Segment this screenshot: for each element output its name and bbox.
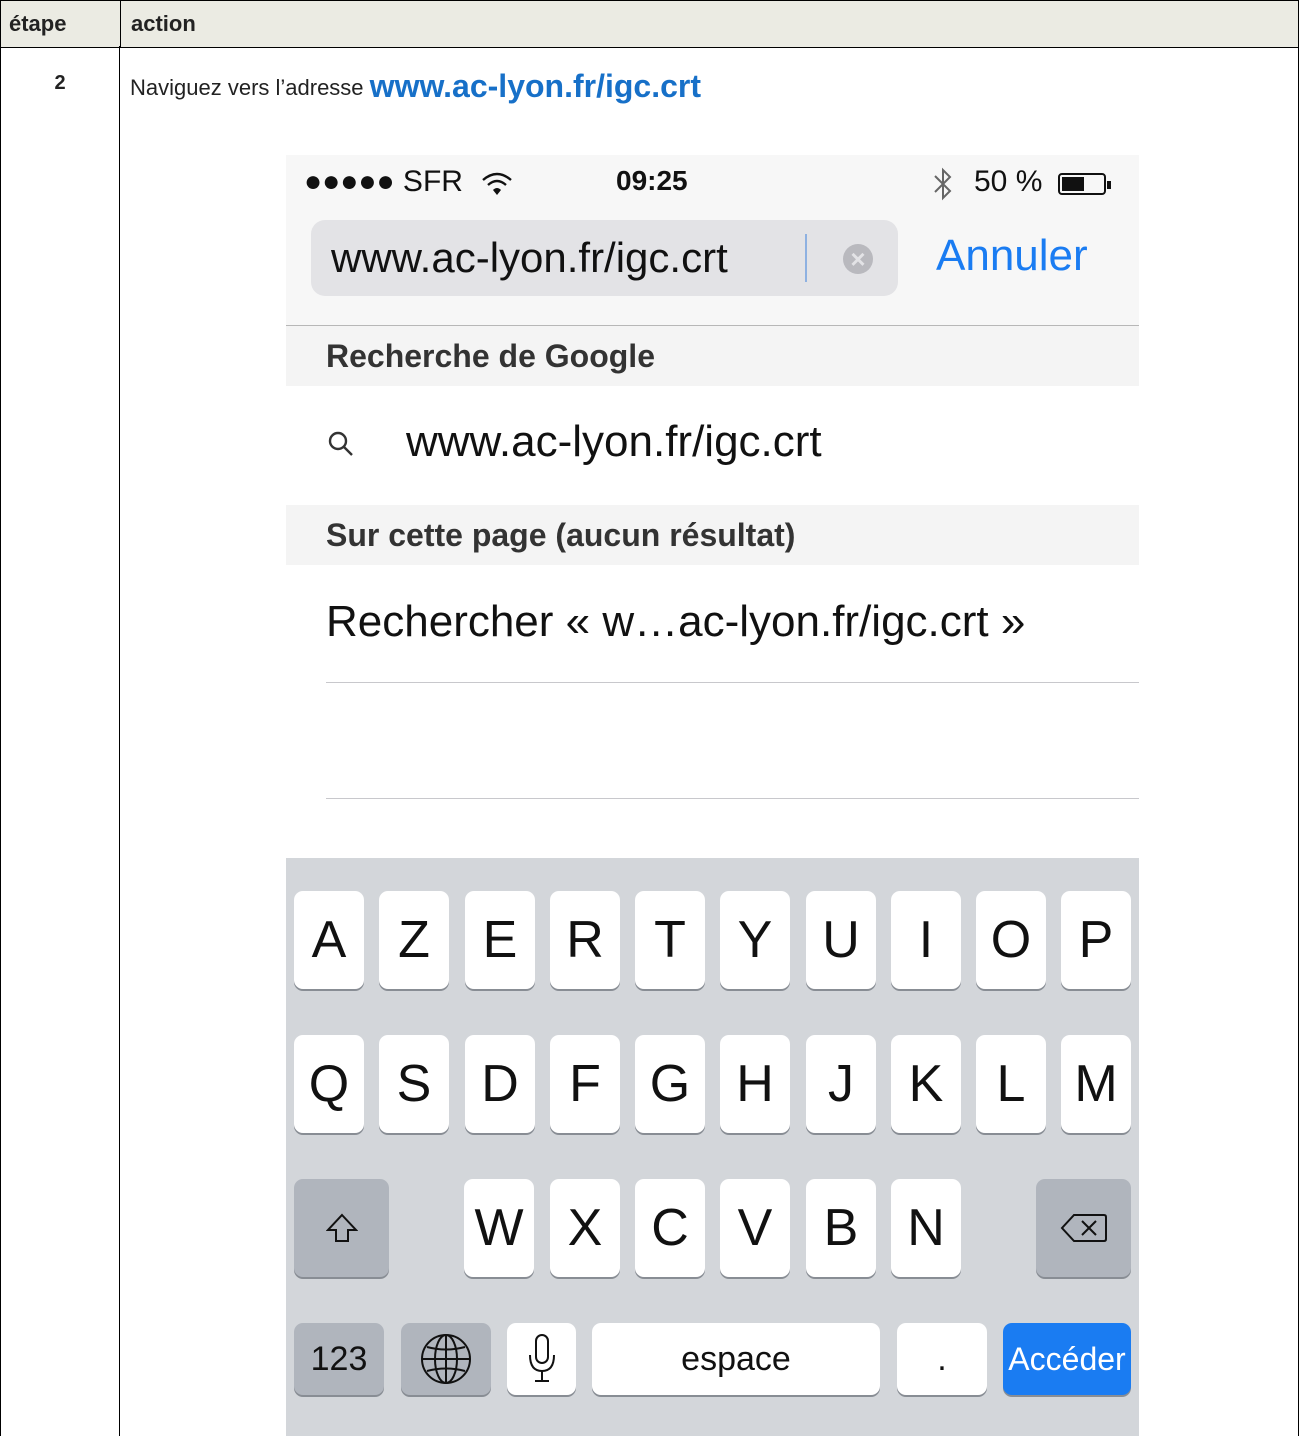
key[interactable]: P xyxy=(1061,891,1131,989)
key[interactable]: Y xyxy=(720,891,790,989)
separator xyxy=(326,682,1139,683)
header-action: action xyxy=(131,11,196,36)
shift-key[interactable] xyxy=(294,1179,389,1277)
address-value[interactable]: www.ac-lyon.fr/igc.crt xyxy=(331,234,728,282)
period-key[interactable]: . xyxy=(897,1323,987,1395)
find-in-page[interactable]: Rechercher « w…ac-lyon.fr/igc.crt » xyxy=(326,597,1025,647)
key[interactable]: M xyxy=(1061,1035,1131,1133)
status-bar: ●●●●● SFR 09:25 50 % xyxy=(286,155,1139,215)
key[interactable]: V xyxy=(720,1179,790,1277)
wifi-icon xyxy=(482,172,512,195)
key[interactable]: R xyxy=(550,891,620,989)
carrier-signal: ●●●●● SFR xyxy=(304,165,463,198)
page-section-header: Sur cette page (aucun résultat) xyxy=(286,505,1139,565)
address-field[interactable]: www.ac-lyon.fr/igc.crt × xyxy=(311,220,898,296)
table-column-divider xyxy=(119,46,120,1436)
keyboard: A Z E R T Y U I O P Q S D F G H J K L M … xyxy=(286,858,1139,1436)
key[interactable]: I xyxy=(891,891,961,989)
address-bar: www.ac-lyon.fr/igc.crt × Annuler xyxy=(286,215,1139,326)
instruction-label: Naviguez vers l’adresse xyxy=(130,75,364,100)
key[interactable]: W xyxy=(464,1179,534,1277)
key[interactable]: D xyxy=(465,1035,535,1133)
key[interactable]: B xyxy=(806,1179,876,1277)
header-divider xyxy=(120,1,121,47)
key[interactable]: F xyxy=(550,1035,620,1133)
space-key[interactable]: espace xyxy=(592,1323,880,1395)
go-button[interactable]: Accéder xyxy=(1003,1323,1131,1395)
delete-key[interactable] xyxy=(1036,1179,1131,1277)
key[interactable]: J xyxy=(806,1035,876,1133)
key[interactable]: L xyxy=(976,1035,1046,1133)
step-number: 2 xyxy=(54,72,66,94)
page-section-title: Sur cette page (aucun résultat) xyxy=(326,517,796,553)
google-section-title: Recherche de Google xyxy=(326,338,655,374)
cancel-button[interactable]: Annuler xyxy=(936,231,1088,281)
table-border-left xyxy=(0,46,1,1436)
table-header: étape action xyxy=(0,0,1299,48)
instruction-table: étape action 2 Naviguez vers l’adresse w… xyxy=(0,0,1299,1436)
table-border-right xyxy=(1298,46,1299,1436)
globe-icon xyxy=(421,1334,471,1384)
key[interactable]: E xyxy=(465,891,535,989)
key[interactable]: H xyxy=(720,1035,790,1133)
key[interactable]: Q xyxy=(294,1035,364,1133)
key[interactable]: X xyxy=(550,1179,620,1277)
key[interactable]: G xyxy=(635,1035,705,1133)
search-icon xyxy=(328,431,353,456)
instruction-url: www.ac-lyon.fr/igc.crt xyxy=(369,68,701,104)
key[interactable]: S xyxy=(379,1035,449,1133)
delete-icon xyxy=(1060,1214,1107,1242)
instruction-text: Naviguez vers l’adresse www.ac-lyon.fr/i… xyxy=(130,68,701,105)
microphone-key[interactable] xyxy=(507,1323,576,1395)
clear-icon[interactable]: × xyxy=(843,244,873,274)
separator xyxy=(326,798,1139,799)
battery-percent: 50 % xyxy=(974,165,1043,198)
key[interactable]: U xyxy=(806,891,876,989)
key[interactable]: A xyxy=(294,891,364,989)
key[interactable]: C xyxy=(635,1179,705,1277)
key[interactable]: T xyxy=(635,891,705,989)
google-suggestion[interactable]: www.ac-lyon.fr/igc.crt xyxy=(406,417,822,467)
status-time: 09:25 xyxy=(616,165,688,196)
phone-screenshot: ●●●●● SFR 09:25 50 % www.ac-lyon.fr/igc.… xyxy=(286,155,1139,1436)
numbers-key[interactable]: 123 xyxy=(294,1323,384,1395)
key[interactable]: N xyxy=(891,1179,961,1277)
globe-key[interactable] xyxy=(401,1323,491,1395)
header-step: étape xyxy=(9,11,67,36)
shift-icon xyxy=(326,1213,358,1242)
bluetooth-icon xyxy=(934,167,952,201)
battery-icon xyxy=(1058,173,1111,195)
key[interactable]: O xyxy=(976,891,1046,989)
key[interactable]: K xyxy=(891,1035,961,1133)
google-section-header: Recherche de Google xyxy=(286,326,1139,386)
text-caret xyxy=(805,234,807,282)
microphone-icon xyxy=(529,1334,555,1382)
key[interactable]: Z xyxy=(379,891,449,989)
